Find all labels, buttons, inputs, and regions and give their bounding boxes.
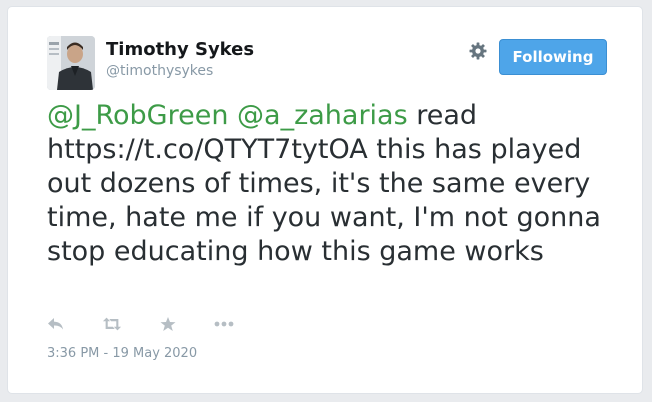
mention-link[interactable]: @J_RobGreen [47, 100, 228, 131]
author-handle[interactable]: @timothysykes [106, 63, 213, 79]
mention-link[interactable]: @a_zaharias [237, 100, 408, 131]
tweet-card: Timothy Sykes @timothysykes Following @J… [7, 6, 643, 394]
profile-photo-icon [47, 36, 95, 90]
reply-icon[interactable] [46, 314, 66, 334]
retweet-icon[interactable] [102, 314, 122, 334]
favorite-icon[interactable] [158, 314, 178, 334]
author-avatar[interactable] [47, 36, 95, 90]
tweet-timestamp[interactable]: 3:36 PM - 19 May 2020 [47, 346, 197, 361]
author-name[interactable]: Timothy Sykes [106, 39, 254, 60]
following-button[interactable]: Following [499, 39, 607, 75]
more-icon[interactable] [214, 314, 234, 334]
gear-icon[interactable] [468, 41, 488, 61]
tweet-text: @J_RobGreen @a_zaharias read https://t.c… [47, 99, 632, 269]
